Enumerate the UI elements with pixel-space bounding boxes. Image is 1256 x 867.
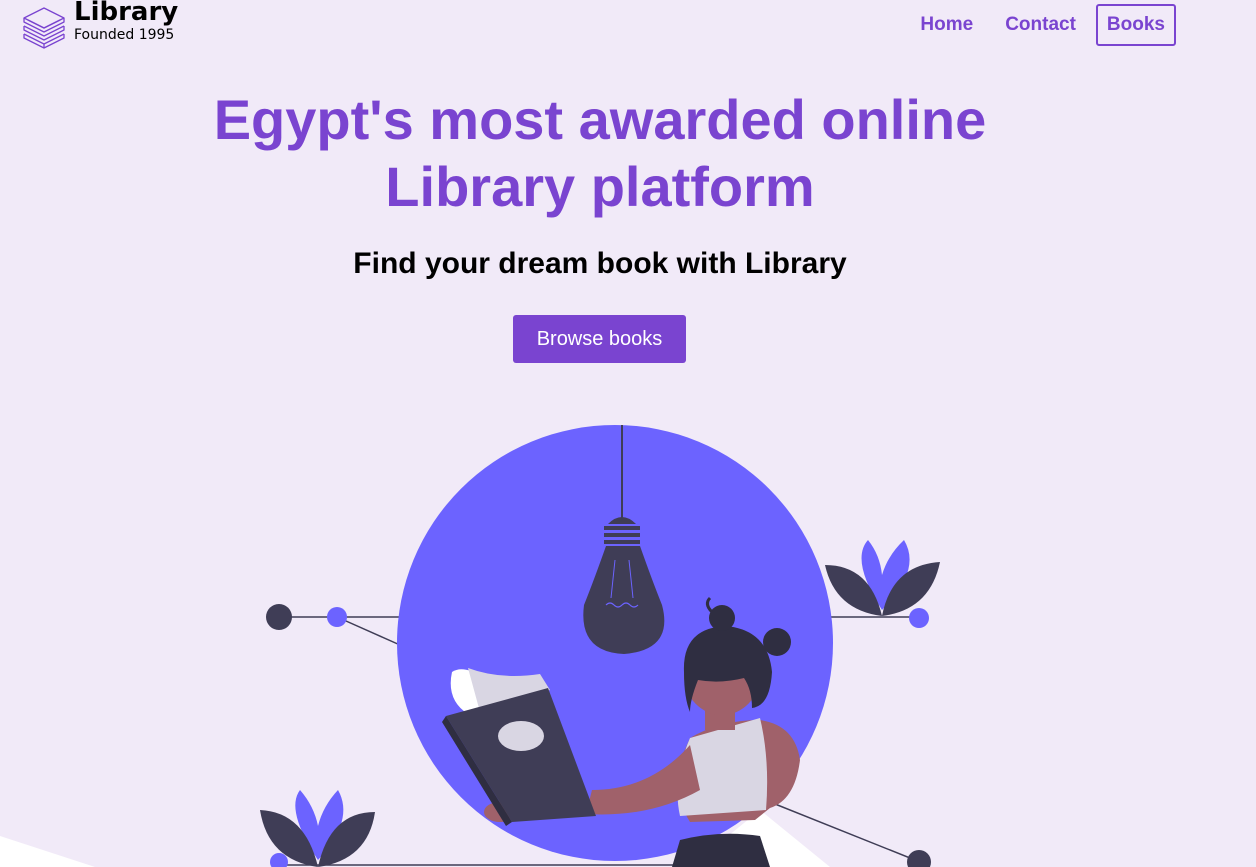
hero-subtitle: Find your dream book with Library xyxy=(353,247,847,280)
logo-title: Library xyxy=(74,0,179,27)
nav-contact-link[interactable]: Contact xyxy=(993,5,1088,45)
nav-home-link[interactable]: Home xyxy=(908,5,985,45)
hero-title: Egypt's most awarded online Library plat… xyxy=(213,88,987,218)
main-nav: Home Contact Books xyxy=(908,4,1176,46)
browse-books-button[interactable]: Browse books xyxy=(513,315,686,363)
nav-books-link[interactable]: Books xyxy=(1095,4,1176,46)
stacked-books-icon xyxy=(23,7,65,49)
logo-subtitle: Founded 1995 xyxy=(74,27,175,43)
page: Library Founded 1995 Home Contact Books … xyxy=(0,0,1256,867)
brand-logo[interactable]: Library Founded 1995 xyxy=(22,0,178,50)
